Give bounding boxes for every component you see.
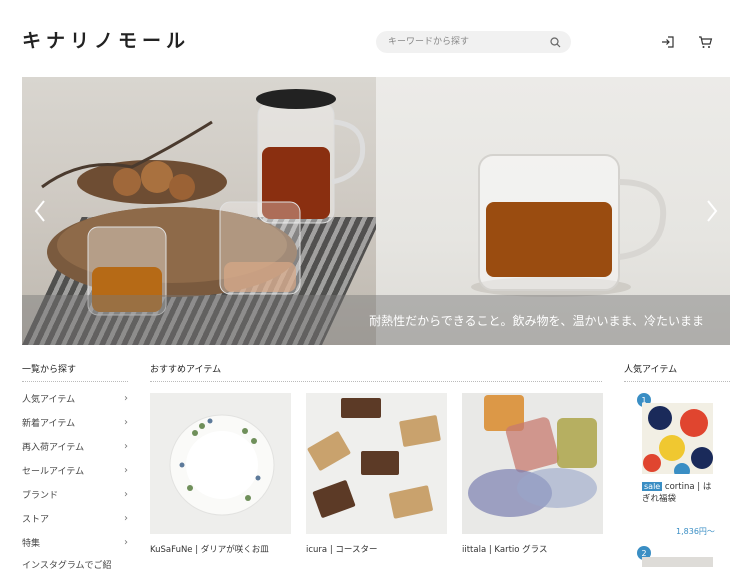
sale-badge: sale [642,482,663,491]
search-icon[interactable] [550,33,561,52]
product-image[interactable] [642,403,713,474]
category-label: ブランド [22,490,59,501]
category-label: 人気アイテム [22,394,76,405]
search-input[interactable] [386,36,550,48]
category-item[interactable]: ブランド › [22,485,128,503]
hero-caption: 耐熱性だからできること。飲み物を、温かいまま、冷たいまま [22,295,730,345]
category-label: インスタグラムでご紹 [22,560,112,571]
chevron-right-icon: › [124,536,128,548]
category-label: 特集 [22,538,41,549]
product-name[interactable]: KuSaFuNe | ダリアが咲くお皿 [150,543,291,555]
recommended-title: おすすめアイテム [150,365,222,375]
category-item[interactable]: 特集 › [22,533,128,551]
carousel-prev-button[interactable] [30,195,50,227]
product-name[interactable]: iittala | Kartio グラス [462,543,603,555]
category-list-title: 一覧から探す [22,365,77,375]
hero-carousel[interactable]: 耐熱性だからできること。飲み物を、温かいまま、冷たいまま [22,77,730,345]
product-card[interactable]: icura | コースター [306,393,447,555]
category-item[interactable]: インスタグラムでご紹 [22,555,128,573]
category-label: 再入荷アイテム [22,442,85,453]
search-bar[interactable] [376,31,571,53]
chevron-left-icon [34,200,45,222]
chevron-right-icon: › [124,416,128,428]
product-price: 1,836円〜 [676,527,715,536]
divider [150,381,602,382]
carousel-next-button[interactable] [702,195,722,227]
product-name: cortina | は [664,482,712,492]
category-item[interactable]: セールアイテム › [22,461,128,479]
login-icon[interactable] [659,33,677,51]
category-item[interactable]: 新着アイテム › [22,413,128,431]
site-logo[interactable]: キナリノモール [22,26,190,53]
product-card[interactable]: iittala | Kartio グラス [462,393,603,555]
popular-title: 人気アイテム [624,365,678,375]
category-label: セールアイテム [22,466,85,477]
divider [22,381,128,382]
chevron-right-icon: › [124,392,128,404]
product-image[interactable] [462,393,603,534]
cart-icon[interactable] [696,33,714,51]
category-item[interactable]: ストア › [22,509,128,527]
divider [624,381,730,382]
chevron-right-icon: › [124,464,128,476]
category-item[interactable]: 人気アイテム › [22,389,128,407]
product-image[interactable] [150,393,291,534]
chevron-right-icon: › [124,440,128,452]
product-card[interactable]: KuSaFuNe | ダリアが咲くお皿 [150,393,291,555]
product-image[interactable] [642,557,713,567]
popular-item-name[interactable]: sale cortina | は ぎれ福袋 [642,481,722,505]
product-name-cont: ぎれ福袋 [642,494,677,504]
product-name[interactable]: icura | コースター [306,543,447,555]
chevron-right-icon: › [124,512,128,524]
category-item[interactable]: 再入荷アイテム › [22,437,128,455]
product-image[interactable] [306,393,447,534]
category-label: 新着アイテム [22,418,76,429]
category-label: ストア [22,514,50,525]
chevron-right-icon: › [124,488,128,500]
chevron-right-icon [707,200,718,222]
